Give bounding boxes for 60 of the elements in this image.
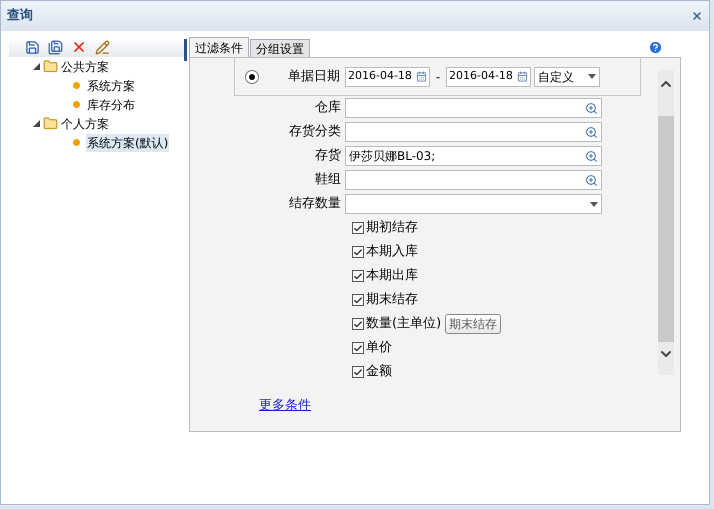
tree-item[interactable]: 系统方案 — [86, 76, 136, 94]
lookup-field[interactable] — [345, 122, 602, 142]
save-as-icon[interactable] — [48, 40, 63, 54]
tree-item[interactable]: 公共方案 — [61, 58, 109, 76]
checkbox[interactable] — [352, 222, 364, 234]
tree-item[interactable]: 库存分布 — [86, 96, 136, 114]
checkbox-label: 单价 — [366, 339, 392, 358]
date-separator: - — [434, 68, 442, 86]
more-conditions-link[interactable]: 更多条件 — [259, 396, 311, 416]
expanded-arrow-icon[interactable] — [33, 120, 40, 127]
checkbox[interactable] — [352, 318, 364, 330]
lookup-icon[interactable] — [585, 102, 598, 114]
tree-item[interactable]: 系统方案(默认) — [86, 134, 170, 152]
close-icon[interactable] — [691, 10, 703, 22]
lookup-field[interactable] — [345, 98, 602, 118]
lookup-field[interactable] — [345, 170, 602, 190]
field-label: 仓库 — [314, 99, 342, 118]
save-icon[interactable] — [25, 40, 40, 54]
folder-icon — [43, 59, 58, 74]
tooltip: 期末结存 — [445, 314, 502, 334]
checkbox[interactable] — [352, 294, 364, 306]
scrollbar[interactable] — [658, 70, 674, 375]
field-label: 鞋组 — [314, 171, 342, 190]
lookup-icon[interactable] — [585, 174, 598, 186]
field-label: 存货 — [314, 147, 342, 166]
window-title: 查询 — [7, 7, 33, 26]
tree-item[interactable]: 个人方案 — [61, 114, 109, 132]
lookup-icon[interactable] — [585, 126, 598, 138]
date-field[interactable]: 2016-04-18 — [446, 66, 531, 86]
calendar-icon[interactable] — [517, 71, 528, 82]
tab[interactable]: 分组设置 — [250, 39, 310, 57]
tab[interactable]: 过滤条件 — [189, 37, 249, 57]
checkbox-label: 本期出库 — [366, 267, 418, 286]
checkbox[interactable] — [352, 270, 364, 282]
checkbox-label: 数量(主单位) — [366, 315, 442, 334]
expanded-arrow-icon[interactable] — [33, 63, 40, 70]
period-dropdown[interactable]: 自定义 — [534, 66, 600, 86]
edit-icon[interactable] — [95, 40, 110, 54]
caret-icon — [588, 74, 596, 79]
field-label: 结存数量 — [288, 195, 342, 214]
dropdown-field[interactable] — [345, 194, 602, 214]
lookup-field[interactable]: 伊莎贝娜BL-03; — [345, 146, 602, 166]
radio-button[interactable] — [245, 70, 259, 84]
calendar-icon[interactable] — [416, 71, 427, 82]
help-icon[interactable] — [648, 40, 663, 55]
checkbox[interactable] — [352, 342, 364, 354]
checkbox[interactable] — [352, 366, 364, 378]
caret-icon — [590, 202, 598, 206]
date-field[interactable]: 2016-04-18 — [345, 66, 430, 86]
delete-icon[interactable] — [71, 39, 87, 55]
folder-icon — [43, 116, 58, 131]
lookup-icon[interactable] — [585, 150, 598, 162]
checkbox-label: 期初结存 — [366, 219, 418, 238]
checkbox-label: 金额 — [366, 363, 392, 382]
scroll-thumb[interactable] — [658, 116, 674, 342]
checkbox-label: 期末结存 — [366, 291, 418, 310]
checkbox-label: 本期入库 — [366, 243, 418, 262]
checkbox[interactable] — [352, 246, 364, 258]
field-label: 单据日期 — [287, 68, 341, 86]
field-label: 存货分类 — [288, 123, 342, 142]
